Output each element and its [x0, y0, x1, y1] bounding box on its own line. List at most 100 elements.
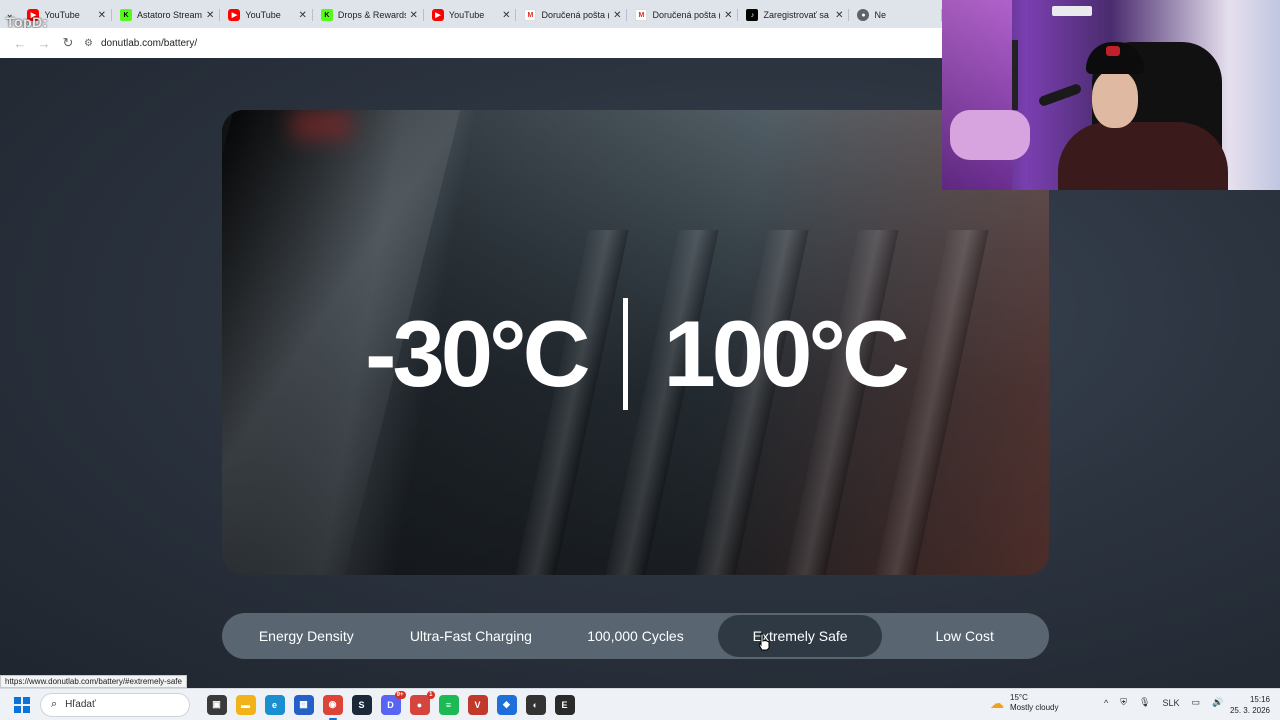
task-view-icon[interactable]: ▣ [206, 694, 227, 715]
chrome-icon[interactable]: ◉ [322, 694, 343, 720]
close-tab-icon[interactable]: ✕ [299, 10, 307, 21]
weather-temp: 15°C [1010, 693, 1028, 702]
browser-tab[interactable]: K Drops & Rewards ✕ [313, 2, 424, 28]
youtube-icon: ▶ [431, 9, 444, 21]
browser-tab-title: Zaregistrovať sa | [763, 10, 832, 20]
browser-tab[interactable]: K Astatoro Stream ✕ [112, 2, 221, 28]
browser-tab-title: Doručená pošta ( [541, 10, 610, 20]
epic-games-icon[interactable]: E [554, 694, 575, 715]
url-text[interactable]: donutlab.com/battery/ [101, 38, 197, 49]
kick-icon: K [320, 9, 333, 21]
browser-tab-title: YouTube [245, 10, 281, 20]
reload-icon[interactable]: ↻ [56, 31, 80, 55]
back-arrow-icon[interactable]: ← [8, 31, 32, 55]
address-bar: ← → ↻ ⚙ donutlab.com/battery/ [0, 28, 942, 58]
spotify-icon[interactable]: ≡ [438, 694, 459, 715]
browser-tab-title: YouTube [44, 10, 80, 20]
webcam-air-conditioner [1052, 6, 1092, 16]
app-glyph: ◐ [532, 699, 539, 710]
steam-icon[interactable]: S [351, 694, 372, 715]
voicemeeter-icon[interactable]: V [467, 694, 488, 715]
search-icon: ⌕ [51, 698, 58, 710]
system-tray: ^ ⛨ 🎙 SLK ▭ 🔊 [1098, 697, 1229, 708]
tray-volume-icon[interactable]: 🔊 [1212, 697, 1223, 708]
app-glyph: ◉ [328, 699, 337, 709]
feature-tab-extremely-safe[interactable]: Extremely Safe [717, 615, 883, 657]
browser-tab-bar: ⌄ ▶ YouTube ✕ K Astatoro Stream ✕ ▶ YouTube ✕ K Dr… [0, 0, 942, 28]
feature-tab-100-000-cycles[interactable]: 100,000 Cycles [553, 615, 718, 657]
close-tab-icon[interactable]: ✕ [98, 10, 106, 21]
taskbar-clock[interactable]: 15:16 25. 3. 2026 [1230, 694, 1270, 716]
webcam-person-head [1092, 70, 1138, 128]
site-settings-icon[interactable]: ⚙ [84, 38, 93, 49]
webcam-wall-light [942, 0, 1012, 190]
browser-tab[interactable]: ● Ne [849, 2, 942, 28]
weather-widget[interactable]: ☁ 15°C Mostly cloudy [990, 693, 1058, 713]
language-indicator[interactable]: SLK [1162, 698, 1179, 708]
feature-tab-bar: Energy Density Ultra-Fast Charging 100,000… [222, 613, 1049, 659]
cloudy-sun-icon: ☁ [990, 694, 1004, 711]
close-tab-icon[interactable]: ✕ [206, 10, 214, 21]
app-glyph: ▬ [241, 699, 250, 710]
taskbar-app-icons: ▣ ▬ e ▦ ◉ S D 9+ ● 1 ≡ V ◆ ◐ E [202, 690, 579, 720]
browser-tab-title: Astatoro Stream [136, 10, 202, 20]
tray-chevron-icon[interactable]: ^ [1104, 698, 1108, 708]
forward-arrow-icon[interactable]: → [32, 31, 56, 55]
browser-tab[interactable]: ♪ Zaregistrovať sa | ✕ [738, 2, 850, 28]
close-tab-icon[interactable]: ✕ [502, 10, 510, 21]
close-tab-icon[interactable]: ✕ [835, 10, 843, 21]
mouse-hand-cursor-icon [758, 633, 770, 651]
url-field[interactable]: ⚙ donutlab.com/battery/ [84, 31, 197, 55]
close-tab-icon[interactable]: ✕ [410, 10, 418, 21]
edge-icon[interactable]: e [264, 694, 285, 715]
tiktok-icon: ♪ [746, 9, 759, 21]
app-glyph: e [271, 699, 277, 710]
taskbar-search-box[interactable]: ⌕ Hľadať [40, 692, 190, 717]
app-glyph: ▣ [212, 699, 221, 709]
app-glyph: ▦ [299, 699, 308, 709]
gmail-icon: M [635, 9, 648, 21]
globe-icon: ● [857, 9, 870, 21]
webcam-microphone [1037, 82, 1083, 108]
app-red-icon[interactable]: ● 1 [409, 690, 435, 715]
kick-icon: K [119, 9, 132, 21]
feature-tab-low-cost[interactable]: Low Cost [882, 615, 1047, 657]
tray-display-icon[interactable]: ▭ [1191, 697, 1200, 708]
tray-network-shield-icon[interactable]: ⛨ [1120, 697, 1127, 708]
clock-date: 25. 3. 2026 [1229, 706, 1270, 715]
windows-taskbar: ⌕ Hľadať ▣ ▬ e ▦ ◉ S D 9+ ● 1 ≡ V ◆ ◐ E ☁ 15°C Mostly … [0, 688, 1280, 720]
browser-tab[interactable]: M Doručená pošta (✕ [516, 2, 628, 28]
app-glyph: D [387, 699, 394, 710]
link-status-bar: https://www.donutlab.com/battery/#extrem… [0, 675, 187, 688]
clock-time: 15:16 [1249, 695, 1270, 704]
app-glyph: ≡ [445, 699, 452, 710]
app-glyph: S [358, 699, 365, 710]
webcam-pillow [950, 110, 1030, 160]
youtube-icon: ▶ [228, 9, 241, 21]
store-icon[interactable]: ▦ [293, 694, 314, 715]
browser-tab[interactable]: ▶ YouTube ✕ [424, 2, 517, 28]
app-blue-icon[interactable]: ◆ [496, 694, 517, 715]
windows-start-icon[interactable] [14, 696, 30, 713]
browser-tab[interactable]: ▶ YouTube ✕ [220, 2, 313, 28]
close-tab-icon[interactable]: ✕ [613, 10, 621, 21]
close-tab-icon[interactable]: ✕ [724, 10, 732, 21]
tray-microphone-icon[interactable]: 🎙 [1139, 697, 1150, 708]
notification-badge: 1 [427, 690, 435, 699]
file-explorer-icon[interactable]: ▬ [235, 694, 256, 715]
app-glyph: ◆ [503, 699, 510, 709]
webcam-cap-logo [1106, 46, 1120, 56]
webcam-person-body [1058, 122, 1228, 190]
search-placeholder: Hľadať [65, 699, 96, 710]
browser-tab-title: Doručená pošta ( [652, 10, 721, 20]
feature-tab-ultra-fast-charging[interactable]: Ultra-Fast Charging [389, 615, 554, 657]
browser-tab[interactable]: M Doručená pošta (✕ [627, 2, 739, 28]
app-dark-icon[interactable]: ◐ [525, 694, 546, 715]
feature-tab-energy-density[interactable]: Energy Density [224, 615, 389, 657]
browser-tab-title: Drops & Rewards [337, 10, 406, 20]
discord-icon[interactable]: D 9+ [380, 690, 406, 715]
temperature-range: -30°C 100°C [222, 298, 1049, 410]
gmail-icon: M [524, 9, 537, 21]
streamer-webcam [942, 0, 1280, 190]
app-glyph: V [474, 699, 481, 710]
